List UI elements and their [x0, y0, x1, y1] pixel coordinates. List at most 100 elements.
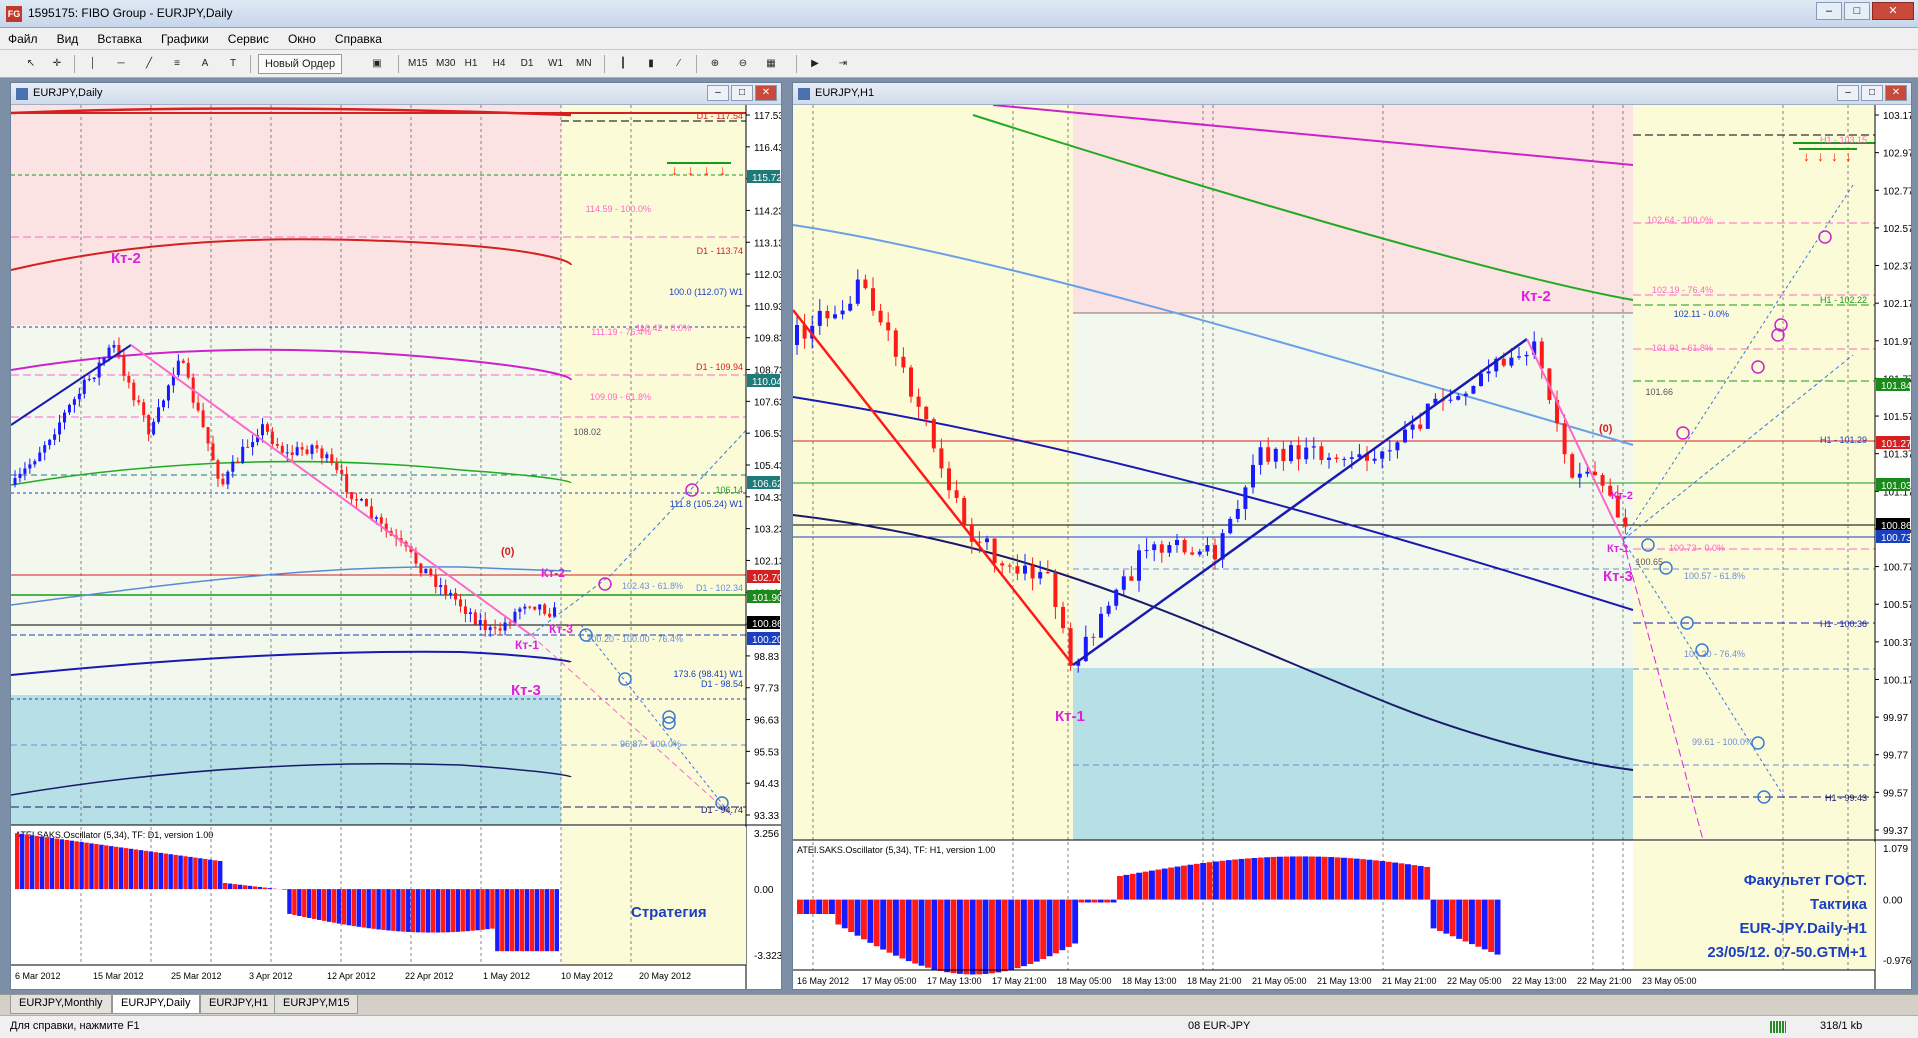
timeframe-m15[interactable]: M15	[404, 54, 431, 74]
price-tick-label: 93.33	[754, 811, 779, 822]
sell-arrow-icon: ↓	[687, 162, 694, 178]
oscillator-bar	[470, 889, 475, 931]
menu-tools[interactable]: Сервис	[220, 28, 277, 50]
candlestick-icon[interactable]: ▮	[640, 54, 662, 74]
maximize-button[interactable]: □	[1844, 2, 1870, 20]
tab-eurjpy-m15[interactable]: EURJPY,M15	[274, 995, 359, 1014]
oscillator-bar	[1219, 860, 1226, 900]
candle-body	[468, 612, 472, 615]
price-tick-label: 104.33	[754, 493, 781, 504]
oscillator-bar	[1379, 861, 1386, 900]
chart-maximize-button[interactable]: □	[1861, 85, 1883, 101]
candle-body	[162, 400, 165, 408]
oscillator-bar	[1072, 899, 1079, 944]
oscillator-bar	[59, 839, 64, 890]
candle-body	[1486, 371, 1491, 374]
timeframe-w1[interactable]: W1	[544, 54, 567, 74]
cursor-icon[interactable]: ↖	[20, 54, 42, 74]
tab-eurjpy-monthly[interactable]: EURJPY,Monthly	[10, 995, 112, 1014]
auto-scroll-icon[interactable]: ▶	[804, 54, 826, 74]
timeframe-m30[interactable]: M30	[432, 54, 459, 74]
candle-body	[364, 498, 368, 507]
zoom-out-icon[interactable]: ⊖	[732, 54, 754, 74]
tab-eurjpy-h1[interactable]: EURJPY,H1	[200, 995, 278, 1014]
candle-body	[1289, 445, 1293, 462]
menu-charts[interactable]: Графики	[153, 28, 217, 50]
daily-chart-canvas[interactable]: 117.53116.43115.33114.23113.13112.03110.…	[11, 105, 781, 989]
horizontal-line-icon[interactable]: ─	[110, 54, 132, 74]
chart-minimize-button[interactable]: –	[707, 85, 729, 101]
chart-window-h1[interactable]: EURJPY,H1 – □ ✕ 103.17 102.97 102.77 102.57…	[792, 82, 1912, 990]
candle-body	[528, 606, 532, 608]
candle-body	[315, 445, 319, 449]
vertical-line-icon[interactable]: │	[82, 54, 104, 74]
candle-body	[1570, 454, 1575, 478]
candle-body	[1501, 358, 1506, 366]
navigator-icon[interactable]: ▣	[366, 54, 388, 74]
new-order-button[interactable]: Новый Ордер	[258, 54, 343, 74]
bar-chart-icon[interactable]: ┃	[612, 54, 634, 74]
text-label-icon[interactable]: T	[222, 54, 244, 74]
oscillator-bar	[1193, 863, 1200, 900]
oscillator-bar	[519, 889, 525, 952]
line-chart-icon[interactable]: ⁄	[668, 54, 690, 74]
price-tick-label: 95.53	[754, 747, 779, 758]
text-tool-icon[interactable]: A	[194, 54, 216, 74]
oscillator-bar	[104, 845, 109, 890]
minimize-button[interactable]: –	[1816, 2, 1842, 20]
oscillator-scale-label: 0.00	[1883, 896, 1903, 907]
timeframe-h4[interactable]: H4	[488, 54, 510, 74]
chart-minimize-button[interactable]: –	[1837, 85, 1859, 101]
sell-arrow-icon: ↓	[1817, 148, 1824, 164]
candle-body	[265, 424, 269, 432]
zoom-in-icon[interactable]: ⊕	[704, 54, 726, 74]
candle-body	[1311, 446, 1316, 448]
tile-windows-icon[interactable]: ▦	[760, 54, 782, 74]
status-help: Для справки, нажмите F1	[10, 1020, 140, 1032]
close-button[interactable]: ✕	[1872, 2, 1914, 20]
menu-file[interactable]: Файл	[0, 28, 46, 50]
oscillator-bar	[534, 889, 540, 952]
sell-arrow-icon: ↓	[1845, 148, 1852, 164]
channel-icon[interactable]: ≡	[166, 54, 188, 74]
fibo-level-label: 101.91 - 61.8%	[1652, 343, 1713, 353]
crosshair-icon[interactable]: ✛	[46, 54, 68, 74]
menu-help[interactable]: Справка	[327, 28, 390, 50]
trendline-icon[interactable]: ╱	[138, 54, 160, 74]
chart-shift-icon[interactable]: ⇥	[832, 54, 854, 74]
oscillator-bar	[1405, 864, 1411, 900]
candle-body	[1228, 518, 1233, 534]
candle-body	[478, 620, 482, 625]
oscillator-scale-label: 0.00	[754, 885, 774, 896]
chart-window-daily[interactable]: EURJPY,Daily – □ ✕ 117.53116.43115.33114…	[10, 82, 782, 990]
candle-body	[434, 574, 438, 588]
tab-eurjpy-daily[interactable]: EURJPY,Daily	[112, 995, 200, 1014]
candle-body	[236, 461, 240, 464]
candle-body	[77, 393, 81, 400]
price-tick-label: 96.63	[754, 716, 779, 727]
chart-close-button[interactable]: ✕	[755, 85, 777, 101]
fibo-level-label: H1 - 100.36	[1820, 619, 1867, 629]
timeframe-mn[interactable]: MN	[572, 54, 596, 74]
timeframe-d1[interactable]: D1	[516, 54, 538, 74]
chart-window-title-bar[interactable]: EURJPY,H1 – □ ✕	[793, 83, 1911, 105]
candle-body	[1349, 457, 1354, 459]
oscillator-bar	[118, 847, 124, 890]
oscillator-bar	[816, 899, 823, 914]
oscillator-bar	[1321, 856, 1328, 900]
chart-close-button[interactable]: ✕	[1885, 85, 1907, 101]
date-tick-label: 22 Apr 2012	[405, 971, 454, 981]
menu-view[interactable]: Вид	[49, 28, 87, 50]
window-controls: – □ ✕	[1816, 2, 1914, 20]
menu-window[interactable]: Окно	[280, 28, 324, 50]
menu-insert[interactable]: Вставка	[89, 28, 150, 50]
chart-window-title-bar[interactable]: EURJPY,Daily – □ ✕	[11, 83, 781, 105]
candle-body	[931, 419, 936, 449]
chart-maximize-button[interactable]: □	[731, 85, 753, 101]
candle-body	[206, 427, 210, 444]
oscillator-bar	[168, 854, 173, 890]
h1-chart-canvas[interactable]: 103.17 102.97 102.77 102.57 102.37 102.17 101.…	[793, 105, 1911, 989]
fibo-level-label: H1 - 99.43	[1825, 793, 1867, 803]
timeframe-h1[interactable]: H1	[460, 54, 482, 74]
price-tick-label: 102.17	[1883, 299, 1911, 310]
